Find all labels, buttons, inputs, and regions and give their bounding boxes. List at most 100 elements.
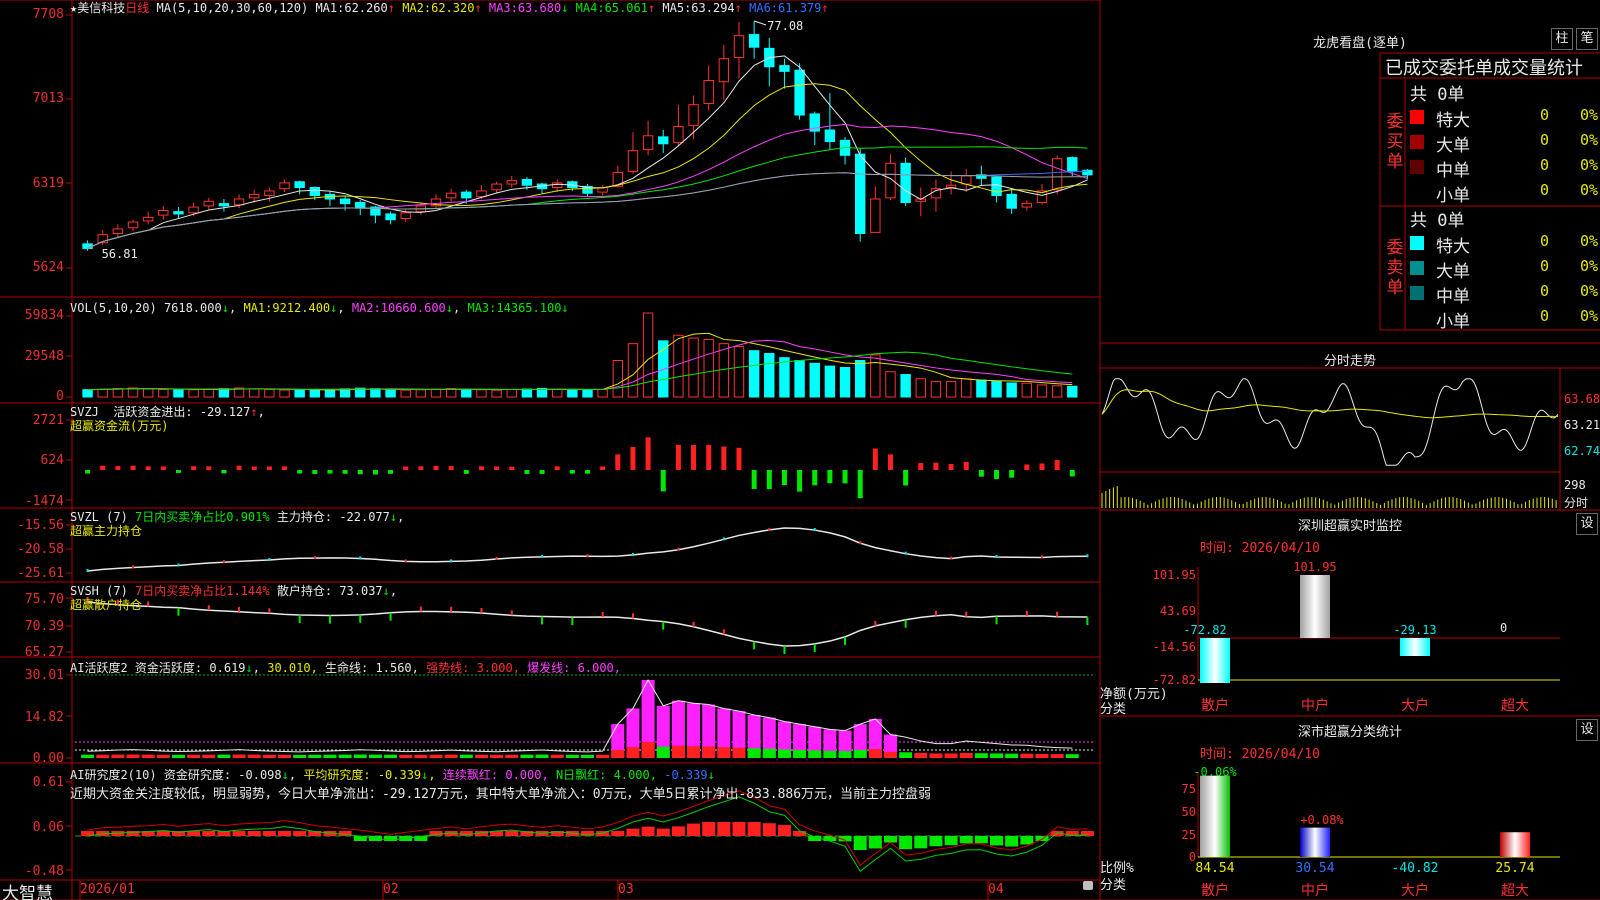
class-settings-button[interactable]: 设 [1576,719,1598,741]
sell-level-name: 特大 [1436,237,1470,257]
flow-bar [569,470,575,474]
volume-bar [1006,382,1017,398]
activity-base-bar [141,754,155,758]
flow-bar [585,470,590,474]
research-bar [202,831,216,836]
stock-name[interactable]: 美信科技 [77,1,125,15]
ma2-value: 62.320 [431,1,475,15]
date-label: 03 [618,882,634,897]
monitor-value-label: -29.13 [1393,623,1436,637]
activity-base-bar [96,754,110,758]
flow-bar [963,461,969,470]
sell-level-pct: 0% [1580,307,1599,325]
sell-level-swatch [1410,286,1424,300]
buy-label: 委买单 [1386,112,1404,172]
flow-bar [615,454,621,470]
monitor-time: 时间: 2026/04/10 [1200,541,1320,556]
svzl-tick [86,569,89,572]
research-bar [883,836,897,843]
buy-level-swatch [1410,135,1424,149]
activity-line [87,678,1073,753]
ma4-value: 65.061 [604,1,648,15]
buy-level-name: 小单 [1436,186,1470,206]
sell-level-swatch [1410,236,1424,250]
volume-bar [97,388,108,398]
candle-body [658,136,669,145]
monitor-axis-label: 43.69 [1160,604,1196,618]
flow-bar [918,463,924,470]
vol-axis-label: 29548 [24,349,64,364]
flow-bar [372,470,378,475]
volume-bar [203,388,214,398]
svzl-tick [132,565,135,569]
volume-bar [158,389,169,398]
activity-base-bar [247,754,261,758]
monitor-category-label: 中户 [1301,697,1329,714]
ai1-value: 0.619 [209,661,246,675]
price-axis-label: 6319 [32,176,64,191]
tick-mode-button[interactable]: 笔 [1576,28,1598,50]
class-axis-label: 75 [1182,782,1196,796]
period-label[interactable]: 日线 [125,1,149,15]
volume-bar [112,387,124,398]
activity-base-bar [338,754,352,758]
ma-line-ma2 [87,83,1088,249]
volume-bar [476,389,487,398]
activity-base-bar [490,754,504,758]
research-bar [278,831,292,836]
volume-bar [188,389,199,398]
flow-bar [766,470,772,490]
vol-axis-label: 0 [56,389,64,404]
svzl-tick [359,556,362,560]
tab-header[interactable]: 已成交委托单成交量统计 [1385,54,1583,80]
candle-body [339,198,351,205]
svzl-tick [1086,554,1089,558]
class-axis-label: 50 [1182,805,1196,819]
svzl-tick [1040,555,1043,559]
activity-base-bar [868,748,882,758]
svzl-tick [450,559,453,563]
buy-level-swatch [1410,185,1424,199]
volume-bar [294,389,305,398]
lock-icon[interactable] [1083,881,1093,890]
research-bar [974,836,988,844]
volume-bar [461,388,472,398]
class-bottom-value: 30.54 [1295,861,1334,876]
monitor-settings-button[interactable]: 设 [1576,513,1598,535]
svzl-tick [631,552,634,556]
buy-level-pct: 0% [1580,106,1599,124]
volume-bar [748,350,760,398]
candle-body [1067,157,1078,172]
class-axis-label: 25 [1182,828,1196,842]
flow-bar [600,466,606,470]
activity-base-bar [747,748,761,758]
flow-bar [282,466,288,470]
fenshi-axis-label: 63.21 [1564,418,1600,432]
activity-base-bar [990,753,1004,758]
flow-bar [160,466,166,470]
research-bar [732,822,746,836]
chart-canvas[interactable]: 77.0856.81101.9543.69-14.56-72.82散户 中户 大户超… [0,0,1600,900]
svzj-arrow: ↑ [250,405,258,419]
svzj-title: SVZJ [70,405,99,419]
activity-base-bar [596,754,610,758]
flow-bar [1024,464,1030,470]
price-axis-label: 7013 [32,91,64,106]
ma-header: MA(5,10,20,30,60,120) [156,1,309,15]
vol-ma1-value: 9212.400 [272,301,331,315]
research-bar [868,836,882,849]
activity-base-bar [717,747,731,758]
activity-base-bar [202,754,216,758]
bar-mode-button[interactable]: 柱 [1551,28,1573,50]
monitor-axis-label: 101.95 [1153,568,1196,582]
ai2-value: -0.098 [238,768,282,782]
volume-bar [279,389,290,398]
sell-level-count: 0 [1540,257,1550,275]
ai1-axis-label: 14.82 [24,710,64,725]
volume-bar [506,389,517,398]
volume-bar [218,388,230,398]
monitor-axis-label: -14.56 [1153,640,1196,654]
high-marker-label: 77.08 [767,19,803,33]
monitor-category-label: 超大 [1501,698,1529,714]
research-bar [793,831,807,836]
